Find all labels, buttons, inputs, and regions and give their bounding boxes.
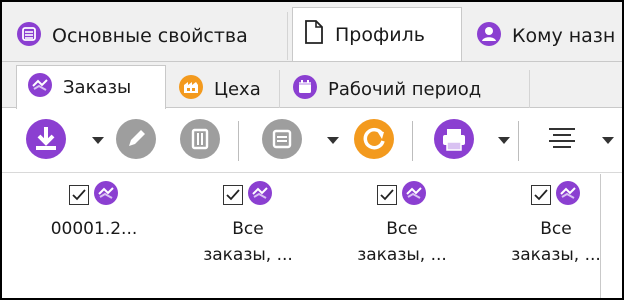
window-tab-bar: Основные свойства Профиль Кому назн [2, 2, 622, 62]
tab-label: Цеха [214, 78, 261, 100]
item-checkbox[interactable] [223, 185, 243, 205]
download-button[interactable] [24, 119, 68, 163]
list-item[interactable]: 00001.2... [24, 180, 164, 242]
item-checkbox[interactable] [69, 185, 89, 205]
align-button[interactable] [540, 119, 584, 163]
window-frame: Основные свойства Профиль Кому назн Зака… [0, 0, 624, 300]
item-icons [69, 180, 119, 210]
tab-label: Профиль [335, 23, 425, 46]
sub-tab-bar: Заказы Цеха Рабочий период [2, 62, 622, 109]
download-dropdown-arrow[interactable] [92, 137, 104, 144]
download-icon [25, 118, 67, 164]
copy-icon [261, 118, 303, 164]
item-checkbox[interactable] [377, 185, 397, 205]
item-label: Все заказы, ... [511, 219, 601, 265]
align-dropdown-arrow[interactable] [602, 137, 614, 144]
copy-dropdown-arrow[interactable] [327, 137, 339, 144]
refresh-button[interactable] [352, 119, 396, 163]
orders-icon [27, 72, 53, 103]
tab-main-properties[interactable]: Основные свойства [6, 12, 288, 60]
item-label: Все заказы, ... [357, 219, 447, 265]
user-icon [476, 21, 502, 52]
item-icons [377, 180, 427, 210]
tab-orders[interactable]: Заказы [16, 65, 166, 109]
item-icons [223, 180, 273, 210]
tab-assigned-to[interactable]: Кому назн [466, 12, 622, 60]
list-item[interactable]: Все заказы, ... [486, 180, 622, 268]
tab-label: Кому назн [512, 25, 616, 47]
list-icon [16, 21, 42, 52]
item-label: Все заказы, ... [203, 219, 293, 265]
workshop-icon [178, 74, 204, 105]
document-icon [303, 19, 325, 50]
edit-button[interactable] [114, 119, 158, 163]
orders-icon [555, 180, 581, 210]
list-item[interactable]: Все заказы, ... [332, 180, 472, 268]
tab-work-period[interactable]: Рабочий период [282, 70, 530, 108]
tab-label: Заказы [63, 77, 132, 98]
item-icons [531, 180, 581, 210]
list-item[interactable]: Все заказы, ... [178, 180, 318, 268]
pencil-icon [115, 118, 157, 164]
orders-icon [247, 180, 273, 210]
delete-button[interactable] [178, 119, 222, 163]
tab-label: Рабочий период [328, 78, 482, 100]
refresh-icon [353, 118, 395, 164]
trash-icon [179, 118, 221, 164]
tab-profile[interactable]: Профиль [292, 7, 462, 61]
align-icon [544, 121, 580, 161]
item-checkbox[interactable] [531, 185, 551, 205]
toolbar [2, 109, 622, 173]
toolbar-separator [238, 121, 239, 161]
toolbar-separator [412, 121, 413, 161]
print-button[interactable] [432, 119, 476, 163]
orders-icon [93, 180, 119, 210]
copy-button[interactable] [260, 119, 304, 163]
tab-workshops[interactable]: Цеха [168, 70, 280, 108]
calendar-icon [292, 74, 318, 105]
print-dropdown-arrow[interactable] [498, 137, 510, 144]
tab-label: Основные свойства [52, 25, 248, 47]
printer-icon [433, 118, 475, 164]
item-label: 00001.2... [50, 219, 138, 239]
orders-icon [401, 180, 427, 210]
toolbar-separator [518, 121, 519, 161]
